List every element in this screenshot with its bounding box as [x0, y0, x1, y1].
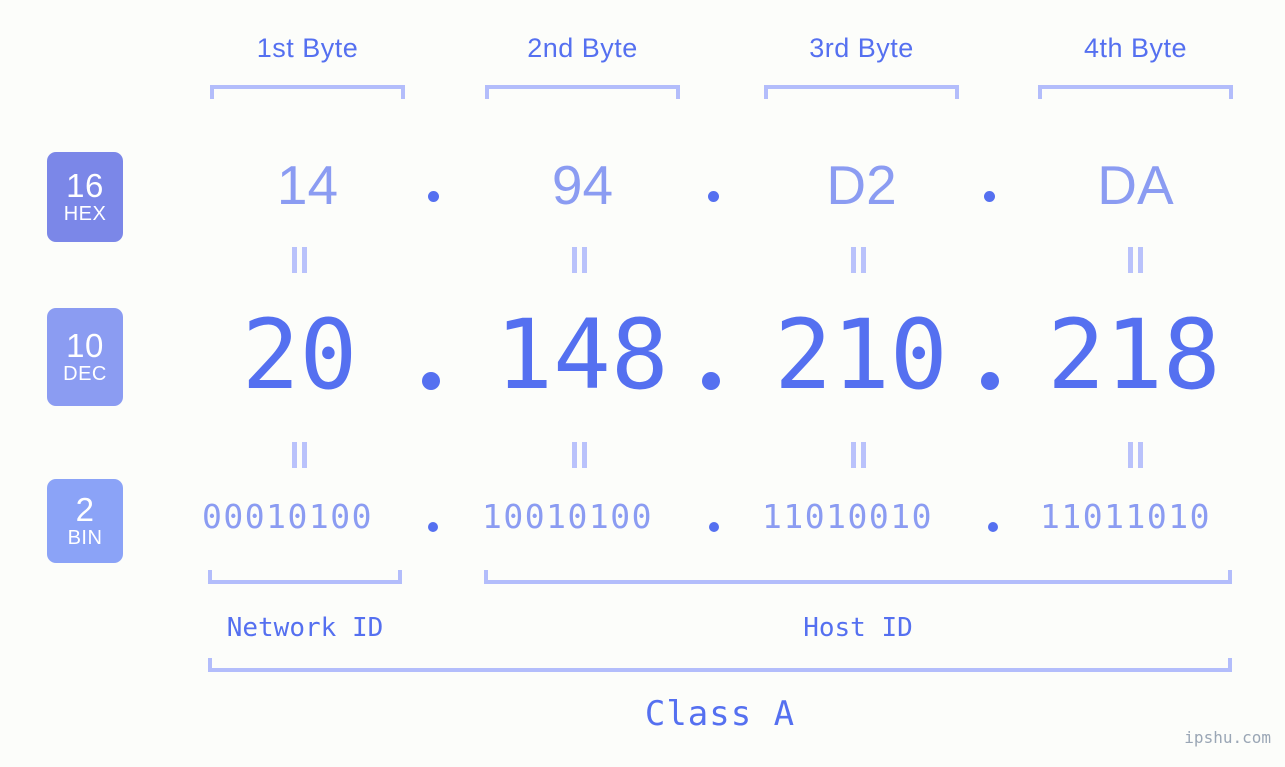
base-badge-bin-radix: 2	[75, 490, 95, 528]
dec-byte-3: 210	[774, 299, 948, 411]
byte-bracket-1	[210, 85, 405, 99]
base-badge-hex-name: HEX	[63, 202, 107, 225]
base-badge-dec-radix: 10	[66, 326, 104, 364]
dec-separator-3	[981, 372, 999, 390]
dec-byte-2: 148	[495, 299, 669, 411]
hex-separator-3	[984, 191, 995, 202]
equals-hex-dec-1	[292, 247, 308, 273]
equals-hex-dec-2	[572, 247, 588, 273]
hex-byte-1: 14	[276, 154, 339, 216]
ip-address-breakdown-diagram: 1st Byte 2nd Byte 3rd Byte 4th Byte 16 H…	[0, 0, 1285, 767]
base-badge-dec: 10 DEC	[47, 308, 123, 406]
byte-header-2: 2nd Byte	[527, 33, 638, 63]
hex-separator-1	[428, 191, 439, 202]
equals-dec-bin-4	[1128, 442, 1144, 468]
hex-byte-4: DA	[1097, 154, 1174, 216]
hex-byte-2: 94	[551, 154, 614, 216]
byte-bracket-2	[485, 85, 680, 99]
bin-byte-3: 11010010	[762, 497, 933, 536]
network-id-label: Network ID	[226, 613, 384, 643]
hex-byte-3: D2	[826, 154, 897, 216]
bin-separator-1	[428, 522, 438, 532]
base-badge-hex-radix: 16	[66, 166, 104, 204]
site-watermark: ipshu.com	[1184, 728, 1271, 747]
bin-byte-1: 00010100	[202, 497, 373, 536]
class-label: Class A	[644, 694, 796, 734]
bin-byte-4: 11011010	[1040, 497, 1211, 536]
bin-separator-2	[709, 522, 719, 532]
equals-dec-bin-2	[572, 442, 588, 468]
byte-bracket-4	[1038, 85, 1233, 99]
hex-separator-2	[708, 191, 719, 202]
host-id-bracket	[484, 570, 1232, 584]
network-id-bracket	[208, 570, 402, 584]
equals-hex-dec-3	[851, 247, 867, 273]
host-id-label: Host ID	[803, 613, 913, 643]
dec-separator-1	[422, 372, 440, 390]
byte-header-3: 3rd Byte	[809, 33, 914, 63]
bin-byte-2: 10010100	[482, 497, 653, 536]
base-badge-bin-name: BIN	[67, 526, 103, 549]
base-badge-hex: 16 HEX	[47, 152, 123, 242]
base-badge-bin: 2 BIN	[47, 479, 123, 563]
byte-bracket-3	[764, 85, 959, 99]
dec-separator-2	[702, 372, 720, 390]
equals-hex-dec-4	[1128, 247, 1144, 273]
bin-separator-3	[988, 522, 998, 532]
equals-dec-bin-3	[851, 442, 867, 468]
base-badge-dec-name: DEC	[63, 362, 107, 385]
equals-dec-bin-1	[292, 442, 308, 468]
dec-byte-1: 20	[241, 299, 358, 411]
byte-header-1: 1st Byte	[256, 33, 359, 63]
dec-byte-4: 218	[1047, 299, 1221, 411]
class-bracket	[208, 658, 1232, 672]
byte-header-4: 4th Byte	[1083, 33, 1188, 63]
